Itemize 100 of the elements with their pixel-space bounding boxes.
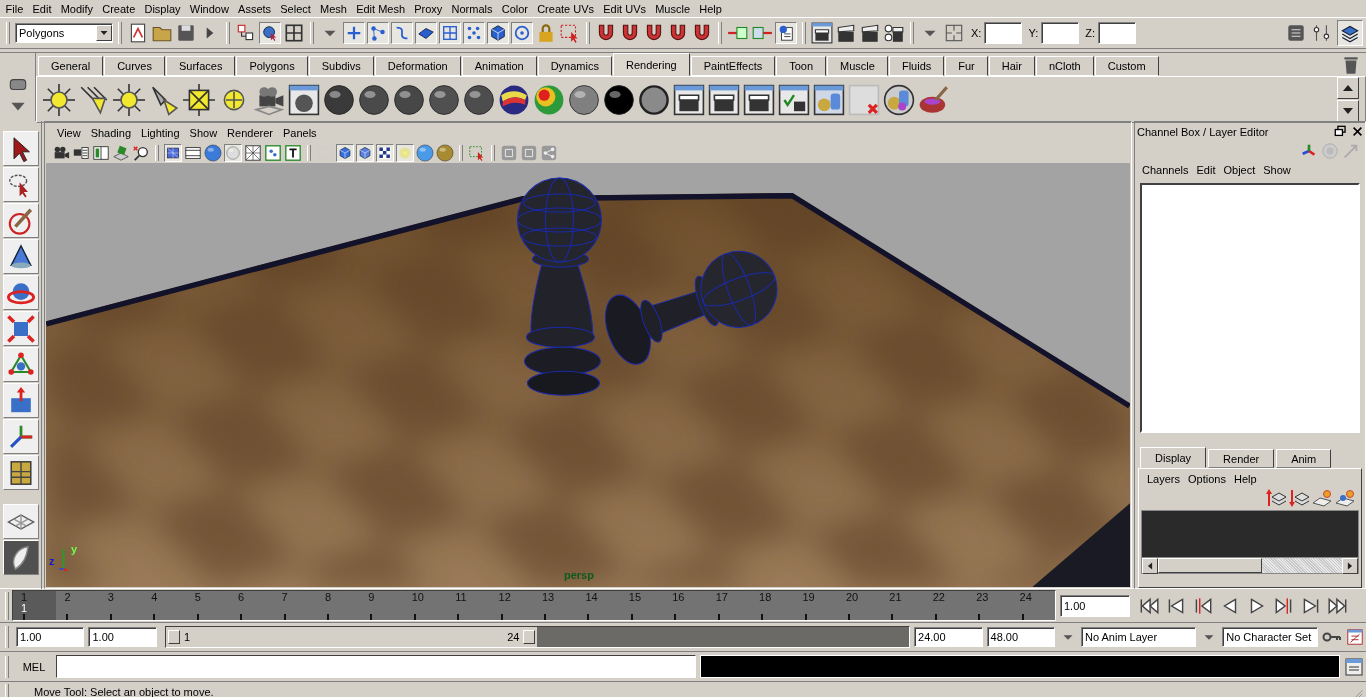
menu-item[interactable]: Display [139,2,186,15]
menu-set-dropdown[interactable]: Polygons [15,23,113,43]
tool-button[interactable] [2,419,39,454]
clapperboard-window-icon[interactable] [743,83,775,116]
range-handle[interactable] [523,630,536,644]
tool-button[interactable] [2,455,39,490]
preferences-icon[interactable] [1346,628,1364,646]
menu-item[interactable]: Select [275,2,316,15]
text-box-icon[interactable] [284,143,302,162]
checker-icon[interactable] [376,143,394,162]
grid-cross-icon[interactable] [943,22,965,44]
dots-icon[interactable] [463,22,485,44]
layer-menu-item[interactable]: Options [1184,473,1230,485]
new-layer-icon[interactable] [1335,488,1355,508]
command-language-label[interactable]: MEL [12,660,56,673]
sphere-window-icon[interactable] [288,83,320,116]
shelf-tab[interactable]: Curves [104,56,165,76]
menu-item[interactable]: Create [97,2,140,15]
render-window-icon[interactable] [673,83,705,116]
menu-item[interactable]: Modify [56,2,98,15]
menu-item[interactable]: Edit Mesh [351,2,410,15]
shelf-tab[interactable]: Animation [461,56,537,76]
channel-menu-item[interactable]: Channels [1138,164,1193,176]
shelf-tab[interactable]: Fur [945,56,988,76]
plus-icon[interactable] [343,22,365,44]
shelf-tab[interactable]: Hair [988,56,1035,76]
menu-item[interactable]: Help [694,2,727,15]
selection-box-icon[interactable] [559,22,581,44]
sphere-icon[interactable] [428,83,460,116]
circle-icon[interactable] [603,83,635,116]
panel-menu-item[interactable]: Renderer [222,126,278,139]
shelf-tab[interactable]: Polygons [236,56,308,76]
faded-window-icon[interactable] [848,83,880,116]
start-time-field[interactable]: 1.00 [16,627,85,647]
layer-tab[interactable]: Display [1140,447,1207,468]
tool-button[interactable] [2,540,39,575]
scroll-down-icon[interactable] [1337,100,1359,122]
crossed-square-light-icon[interactable] [183,83,215,116]
attribute-panel-icon[interactable] [1285,22,1307,44]
clapperboard-icon[interactable] [883,22,905,44]
float-window-icon[interactable] [1334,125,1347,138]
clapperboard-icon[interactable] [859,22,881,44]
crossed-box-icon[interactable] [244,143,262,162]
anim-layer-field[interactable]: No Anim Layer [1081,627,1197,647]
menu-item[interactable]: Edit [27,2,57,15]
shelf-tab[interactable]: Custom [1094,56,1159,76]
character-set-field[interactable]: No Character Set [1222,627,1318,647]
selection-box-icon[interactable] [468,143,486,162]
shelf-tab[interactable]: Deformation [374,56,461,76]
menu-item[interactable]: Edit UVs [598,2,651,15]
shelf-tab[interactable]: Toon [776,56,827,76]
horizontal-scrollbar[interactable] [1142,557,1358,573]
sphere-icon[interactable] [358,83,390,116]
cube-icon[interactable] [356,143,374,162]
shelf-tab[interactable]: Rendering [612,53,690,76]
circle-icon[interactable] [568,83,600,116]
shelf-tab[interactable]: Subdivs [308,56,374,76]
panel-menu-item[interactable]: Lighting [136,126,185,139]
paint-bowl-icon[interactable] [918,83,950,116]
menu-item[interactable]: Muscle [650,2,695,15]
shelf-tab[interactable]: Fluids [888,56,945,76]
layer-menu-item[interactable]: Layers [1143,473,1185,485]
tool-button[interactable] [2,131,39,166]
scroll-up-icon[interactable] [1337,77,1359,99]
coordinate-field[interactable] [1098,22,1136,44]
playback-start-field[interactable]: 1.00 [88,627,157,647]
menu-item[interactable]: Proxy [409,2,447,15]
menu-item[interactable]: Create UVs [532,2,599,15]
shapes-ball-icon[interactable] [883,83,915,116]
scrollbar-thumb[interactable] [1158,558,1262,573]
menu-item[interactable]: Color [497,2,533,15]
star-light-icon[interactable] [113,83,145,116]
panel-menu-item[interactable]: Show [184,126,223,139]
object-select-icon[interactable] [259,22,281,44]
panel-menu-item[interactable]: Panels [277,126,322,139]
script-editor-icon[interactable] [1344,656,1364,677]
close-icon[interactable] [1351,125,1364,138]
plane-icon[interactable] [415,22,437,44]
layer-up-icon[interactable] [1266,488,1286,508]
end-time-field[interactable]: 48.00 [986,627,1055,647]
coordinate-field[interactable] [1041,22,1080,44]
bookmark-icon[interactable] [112,143,130,162]
ring-icon[interactable] [638,83,670,116]
shelf-tab[interactable]: nCloth [1035,56,1094,76]
current-time-field[interactable]: 1.00 [1060,594,1130,617]
layers-icon[interactable] [1337,20,1363,46]
menu-item[interactable]: Normals [446,2,498,15]
playback-end-field[interactable]: 24.00 [914,627,983,647]
grid-select-icon[interactable] [283,22,305,44]
layer-tab[interactable]: Render [1208,449,1275,468]
zoom-icon[interactable] [132,143,150,162]
sphere-icon[interactable] [463,83,495,116]
cube-icon[interactable] [336,143,354,162]
cube-icon[interactable] [487,22,509,44]
menu-item[interactable]: File [1,2,28,15]
shapes-window-icon[interactable] [813,83,845,116]
menu-item[interactable]: Assets [233,2,276,15]
sphere-icon[interactable] [323,83,355,116]
menu-item[interactable]: Window [185,2,234,15]
channel-menu-item[interactable]: Edit [1192,164,1220,176]
